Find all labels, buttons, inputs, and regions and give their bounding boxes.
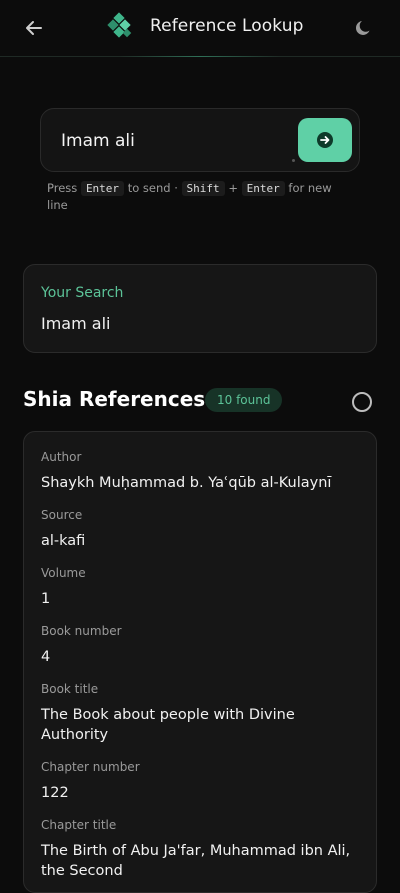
- arrow-right-circle-icon: [317, 132, 333, 148]
- field-source: Source al-kafi: [41, 508, 361, 551]
- enter-key: Enter: [80, 181, 125, 196]
- your-search-card: Your Search Imam ali: [23, 264, 377, 353]
- field-value: The Book about people with Divine Author…: [41, 707, 295, 743]
- hint-press: Press: [47, 181, 78, 195]
- logo-diamond-icon: [106, 12, 136, 42]
- send-button[interactable]: [298, 118, 352, 162]
- results-count-badge: 10 found: [205, 388, 283, 412]
- field-label: Chapter number: [41, 760, 140, 774]
- arrow-left-icon: [26, 21, 42, 35]
- field-label: Book title: [41, 682, 99, 696]
- keyboard-hint: Press Enter to send · Shift + Enter for …: [47, 180, 347, 214]
- theme-toggle-button[interactable]: [350, 14, 378, 42]
- field-label: Source: [41, 508, 83, 522]
- moon-icon: [355, 21, 370, 35]
- field-book-number: Book number 4: [41, 624, 361, 667]
- your-search-label: Your Search: [41, 285, 124, 301]
- your-search-value: Imam ali: [41, 314, 111, 333]
- app-header: Reference Lookup: [0, 0, 400, 57]
- field-value: 4: [41, 649, 51, 665]
- search-input[interactable]: [61, 131, 281, 151]
- field-value: al-kafi: [41, 533, 86, 549]
- enter-key-2: Enter: [241, 181, 285, 196]
- reference-card: Author Shaykh Muḥammad b. Yaʿqūb al-Kula…: [23, 431, 377, 893]
- back-button[interactable]: [20, 14, 48, 42]
- select-radio[interactable]: [352, 392, 372, 412]
- field-book-title: Book title The Book about people with Di…: [41, 682, 361, 745]
- field-author: Author Shaykh Muḥammad b. Yaʿqūb al-Kula…: [41, 450, 361, 493]
- field-volume: Volume 1: [41, 566, 361, 609]
- field-label: Volume: [41, 566, 86, 580]
- hint-plus: +: [228, 181, 238, 195]
- hint-to-send: to send ·: [127, 181, 178, 195]
- shift-key: Shift: [181, 181, 225, 196]
- field-label: Book number: [41, 624, 122, 638]
- results-title: Shia References: [23, 387, 206, 411]
- field-label: Author: [41, 450, 82, 464]
- page-title: Reference Lookup: [150, 16, 304, 36]
- field-value: The Birth of Abu Ja'far, Muhammad ibn Al…: [41, 843, 351, 879]
- search-input-box: [40, 108, 360, 172]
- field-value: 122: [41, 785, 69, 801]
- field-label: Chapter title: [41, 818, 117, 832]
- field-value: 1: [41, 591, 51, 607]
- input-indicator: [292, 159, 295, 162]
- field-chapter-title: Chapter title The Birth of Abu Ja'far, M…: [41, 818, 361, 881]
- field-value: Shaykh Muḥammad b. Yaʿqūb al-Kulaynī: [41, 475, 332, 491]
- field-chapter-number: Chapter number 122: [41, 760, 361, 803]
